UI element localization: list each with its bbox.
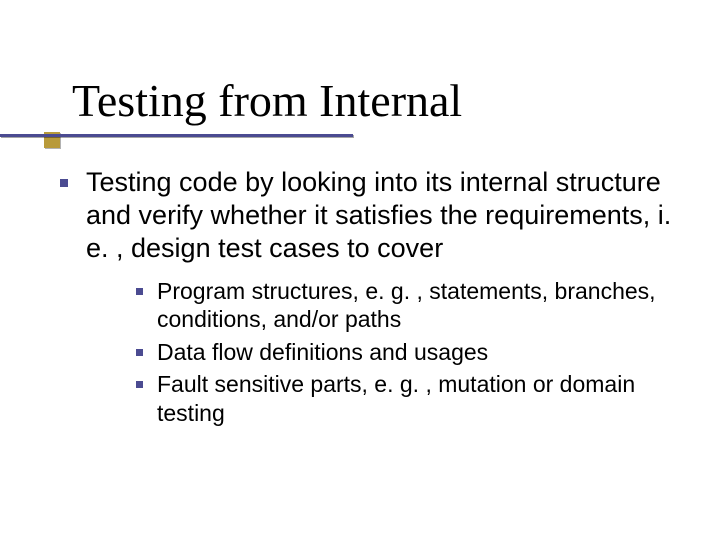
square-bullet-icon	[60, 179, 68, 187]
square-bullet-icon	[136, 288, 143, 295]
list-item: Program structures, e. g. , statements, …	[136, 277, 672, 334]
list-item-text: Program structures, e. g. , statements, …	[157, 277, 672, 334]
list-item-text: Data flow definitions and usages	[157, 338, 488, 367]
list-item: Fault sensitive parts, e. g. , mutation …	[136, 370, 672, 427]
square-bullet-icon	[136, 349, 143, 356]
slide-body: Testing code by looking into its interna…	[60, 166, 672, 431]
list-item: Data flow definitions and usages	[136, 338, 672, 367]
sub-list: Program structures, e. g. , statements, …	[136, 277, 672, 428]
list-item-text: Testing code by looking into its interna…	[86, 166, 672, 265]
list-item-text: Fault sensitive parts, e. g. , mutation …	[157, 370, 672, 427]
square-bullet-icon	[136, 381, 143, 388]
slide: Testing from Internal Testing code by lo…	[0, 0, 720, 540]
title-region: Testing from Internal	[72, 74, 462, 127]
slide-title: Testing from Internal	[72, 74, 462, 127]
list-item: Testing code by looking into its interna…	[60, 166, 672, 265]
title-underline	[0, 134, 353, 137]
